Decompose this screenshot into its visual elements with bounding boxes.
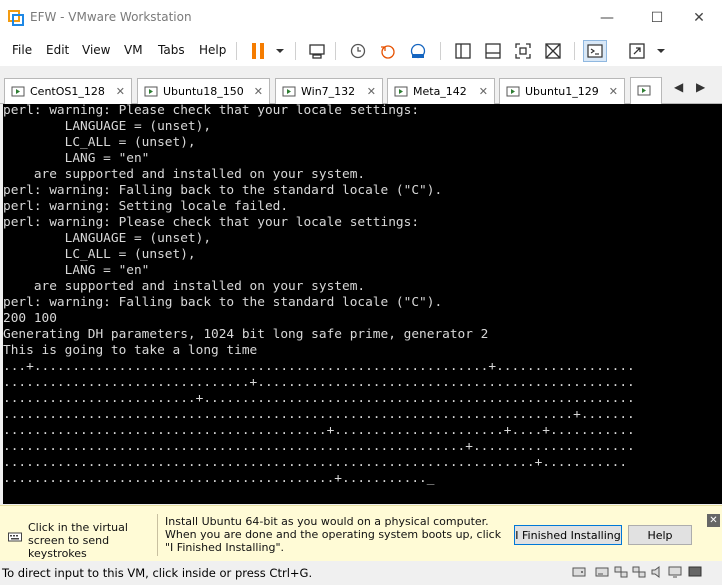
console-line: ........................................… [3,471,435,486]
console-line: LANGUAGE = (unset), [64,231,212,246]
console-line: ........................................… [3,407,635,422]
vm-icon [11,86,25,96]
tab-scroll-right-icon[interactable]: ▶ [696,80,705,94]
toolbar-separator [295,42,296,60]
tab-ubuntu18-150[interactable]: Ubuntu18_150 ✕ [137,78,270,104]
console-line: .........................+..............… [3,391,635,406]
tab-label: Meta_142 [413,85,467,98]
toolbar-separator [335,42,336,60]
vm-icon [506,86,520,96]
sound-icon[interactable] [650,565,664,579]
hard-disk-icon[interactable] [572,565,586,579]
display-icon[interactable] [668,565,682,579]
menu-tabs[interactable]: Tabs [158,43,185,57]
network-adapter-icon[interactable] [614,565,628,579]
console-line: are supported and installed on your syst… [33,167,366,182]
thumbnail-bar-icon[interactable] [481,40,505,62]
console-line: perl: warning: Setting locale failed. [3,199,289,214]
tab-close-icon[interactable]: ✕ [367,85,376,98]
console-line: are supported and installed on your syst… [33,279,366,294]
minimize-button[interactable]: — [584,0,630,36]
message-icon[interactable] [688,565,702,579]
dropdown-arrow-icon[interactable] [649,40,673,62]
cd-rom-icon[interactable] [595,565,609,579]
tab-label: Ubuntu1_129 [525,85,599,98]
console-line: ...+....................................… [3,359,635,374]
vm-icon [394,86,408,96]
menu-edit[interactable]: Edit [46,43,69,57]
menu-view[interactable]: View [82,43,110,57]
vm-console-screen[interactable]: perl: warning: Please check that your lo… [3,104,722,504]
dropdown-arrow-icon[interactable] [268,40,292,62]
tab-win7-132[interactable]: Win7_132 ✕ [275,78,383,104]
console-line: LANGUAGE = (unset), [64,119,212,134]
help-button[interactable]: Help [628,525,692,545]
snapshot-icon[interactable] [346,40,370,62]
console-line: Generating DH parameters, 1024 bit long … [3,327,489,342]
status-message: To direct input to this VM, click inside… [2,566,313,580]
console-line: perl: warning: Falling back to the stand… [3,295,443,310]
tab-close-icon[interactable]: ✕ [609,85,618,98]
console-output: perl: warning: Please check that your lo… [3,104,722,487]
menu-vm[interactable]: VM [124,43,143,57]
tab-close-icon[interactable]: ✕ [479,85,488,98]
vm-icon [637,85,651,96]
tab-ubuntu1-129[interactable]: Ubuntu1_129 ✕ [499,78,625,104]
toolbar-separator [574,42,575,60]
console-line: 200 100 [3,311,57,326]
tab-meta-142[interactable]: Meta_142 ✕ [387,78,495,104]
snapshot-manager-icon[interactable] [406,40,430,62]
console-line: ........................................… [3,423,635,438]
menu-file[interactable]: File [12,43,32,57]
menu-help[interactable]: Help [199,43,226,57]
vm-tab-strip: CentOS1_128 ✕ Ubuntu18_150 ✕ Win7_132 ✕ … [0,72,722,104]
show-library-icon[interactable] [451,40,475,62]
console-line: LANG = "en" [64,151,150,166]
console-view-icon[interactable] [583,40,607,62]
tab-efw-active[interactable] [630,77,662,104]
full-screen-icon[interactable] [511,40,535,62]
pause-icon[interactable] [246,40,270,62]
usb-icon[interactable] [632,565,646,579]
click-to-send-keystrokes-text: Click in the virtual screen to send keys… [28,521,128,560]
i-finished-installing-button[interactable]: I Finished Installing [514,525,622,545]
revert-snapshot-icon[interactable] [376,40,400,62]
close-hint-icon[interactable]: ✕ [707,514,720,527]
toolbar-separator [236,42,237,60]
console-line: perl: warning: Please check that your lo… [3,215,420,230]
vm-icon [144,86,158,96]
tab-close-icon[interactable]: ✕ [254,85,263,98]
vm-icon [282,86,296,96]
close-window-button[interactable]: ✕ [676,0,722,36]
console-line: This is going to take a long time [3,343,258,358]
vmware-logo-icon [8,10,24,26]
title-bar: EFW - VMware Workstation — ☐ ✕ [0,0,722,36]
tab-close-icon[interactable]: ✕ [116,85,125,98]
install-instruction-text: Install Ubuntu 64-bit as you would on a … [165,515,502,554]
console-line: ................................+.......… [3,375,635,390]
tab-label: Win7_132 [301,85,356,98]
tab-centos1-128[interactable]: CentOS1_128 ✕ [4,78,132,104]
maximize-button[interactable]: ☐ [634,0,680,36]
toolbar-separator [440,42,441,60]
hint-divider [157,514,158,556]
console-line: perl: warning: Please check that your lo… [3,104,420,118]
install-hint-bar: Click in the virtual screen to send keys… [0,505,722,561]
unity-icon[interactable] [541,40,565,62]
stretch-icon[interactable] [625,40,649,62]
console-line: LANG = "en" [64,263,150,278]
tab-label: Ubuntu18_150 [163,85,244,98]
console-line: ........................................… [3,455,628,470]
send-ctrl-alt-del-icon[interactable] [305,40,329,62]
keyboard-icon [8,532,22,542]
console-line: LC_ALL = (unset), [64,135,196,150]
tab-scroll-left-icon[interactable]: ◀ [674,80,683,94]
tab-label: CentOS1_128 [30,85,105,98]
console-line: perl: warning: Falling back to the stand… [3,183,443,198]
console-line: LC_ALL = (unset), [64,247,196,262]
console-line: ........................................… [3,439,635,454]
window-title: EFW - VMware Workstation [30,10,192,24]
